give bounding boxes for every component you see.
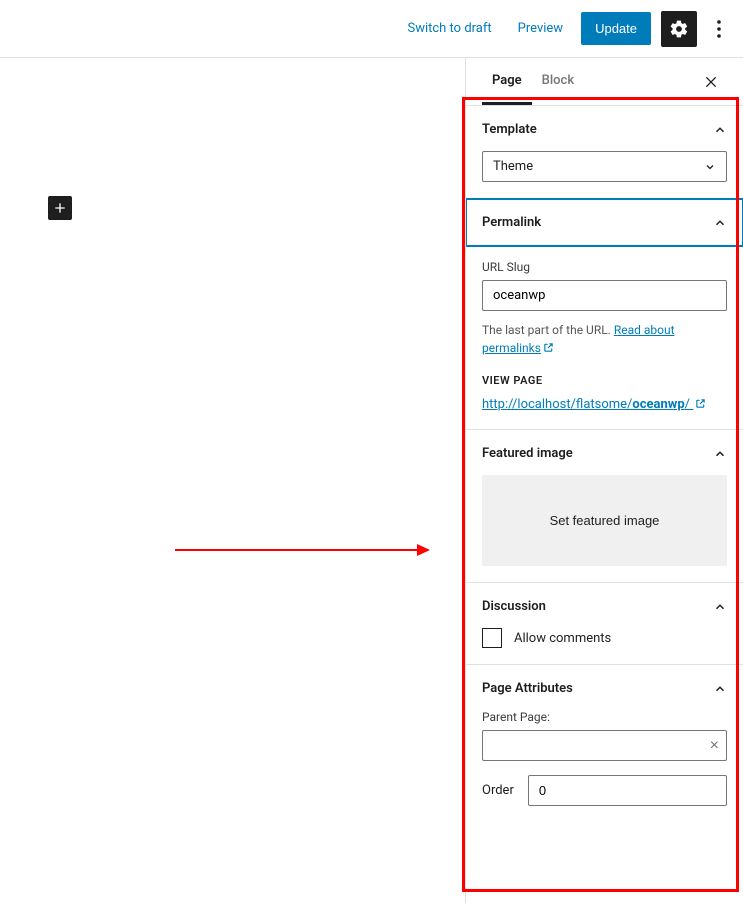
kebab-menu-icon [717,20,721,38]
chevron-up-icon [713,600,727,614]
page-attributes-panel-title: Page Attributes [482,681,573,696]
more-options-button[interactable] [707,11,731,47]
settings-button[interactable] [661,11,697,47]
view-page-heading: VIEW PAGE [482,374,727,387]
close-icon: × [710,737,719,754]
close-panel-button[interactable] [695,66,727,98]
chevron-down-icon [704,161,716,173]
tab-page[interactable]: Page [482,59,532,105]
template-panel: Template Theme [466,106,743,199]
view-page-link[interactable]: http://localhost/flatsome/oceanwp/ [482,397,706,413]
template-select-value: Theme [493,159,533,174]
chevron-up-icon [713,447,727,461]
discussion-panel: Discussion Allow comments [466,583,743,665]
discussion-panel-title: Discussion [482,599,546,614]
parent-page-combobox[interactable] [482,730,727,761]
template-panel-toggle[interactable]: Template [482,122,727,137]
preview-link[interactable]: Preview [510,15,571,42]
editor-canvas[interactable] [0,58,465,903]
gear-icon [669,19,689,39]
template-select[interactable]: Theme [482,151,727,182]
chevron-up-icon [713,216,727,230]
url-slug-input[interactable] [482,280,727,311]
chevron-up-icon [713,682,727,696]
discussion-panel-toggle[interactable]: Discussion [482,599,727,614]
editor-top-toolbar: Switch to draft Preview Update [0,0,743,58]
order-label: Order [482,783,514,798]
chevron-up-icon [713,123,727,137]
settings-sidebar: Page Block Template Theme [465,58,743,903]
permalink-help-text: The last part of the URL. Read about per… [482,321,727,358]
featured-image-panel-title: Featured image [482,446,573,461]
external-link-icon [543,340,554,358]
close-icon [703,74,719,90]
page-attributes-panel-toggle[interactable]: Page Attributes [482,681,727,696]
external-link-icon [695,398,706,413]
template-panel-title: Template [482,122,537,137]
permalink-panel: Permalink URL Slug The last part of the … [466,199,743,430]
annotation-arrow [175,544,430,556]
set-featured-image-button[interactable]: Set featured image [482,475,727,566]
allow-comments-label[interactable]: Allow comments [514,631,611,646]
url-slug-label: URL Slug [482,260,727,274]
plus-icon [52,200,68,216]
featured-image-panel-toggle[interactable]: Featured image [482,446,727,461]
order-input[interactable] [528,775,727,806]
page-attributes-panel: Page Attributes Parent Page: × Order [466,665,743,822]
allow-comments-checkbox[interactable] [482,628,502,648]
featured-image-panel: Featured image Set featured image [466,430,743,583]
switch-to-draft-link[interactable]: Switch to draft [399,15,499,42]
parent-page-label: Parent Page: [482,710,727,724]
permalink-panel-title: Permalink [482,215,541,230]
sidebar-tabs: Page Block [466,58,743,106]
update-button[interactable]: Update [581,12,651,45]
parent-page-clear-button[interactable]: × [710,737,719,755]
add-block-button[interactable] [48,196,72,220]
permalink-panel-toggle[interactable]: Permalink [466,199,743,246]
tab-block[interactable]: Block [532,59,584,105]
